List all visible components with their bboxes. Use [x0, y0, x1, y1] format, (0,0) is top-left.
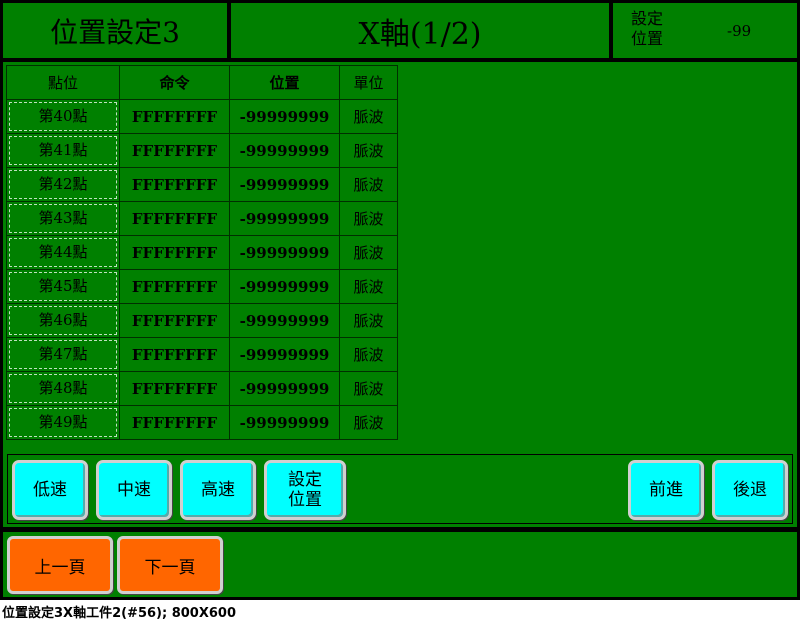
- point-cell: 第41點: [6, 133, 120, 168]
- page-title: 位置設定3: [50, 15, 180, 49]
- screen-caption: 位置設定3X軸工件2(#56); 800X600: [2, 606, 237, 621]
- table-row: 第46點 FFFFFFFF -99999999 脈波: [6, 303, 398, 338]
- table-row: 第44點 FFFFFFFF -99999999 脈波: [6, 235, 398, 270]
- point-button[interactable]: 第45點: [9, 272, 117, 301]
- button-bar: 低速 中速 高速 設定位置 前進 後退: [7, 454, 793, 524]
- position-cell[interactable]: -99999999: [229, 405, 340, 440]
- unit-cell: 脈波: [339, 167, 398, 202]
- command-cell[interactable]: FFFFFFFF: [119, 201, 230, 236]
- unit-cell: 脈波: [339, 235, 398, 270]
- point-button[interactable]: 第41點: [9, 136, 117, 165]
- position-table: 點位 命令 位置 單位 第40點 FFFFFFFF -99999999 脈波 第41點 F…: [6, 65, 398, 440]
- point-cell: 第42點: [6, 167, 120, 202]
- set-position-button[interactable]: 設定位置: [264, 460, 346, 520]
- main-panel: 點位 命令 位置 單位 第40點 FFFFFFFF -99999999 脈波 第41點 F…: [2, 61, 798, 528]
- table-header-row: 點位 命令 位置 單位: [6, 65, 398, 100]
- table-row: 第41點 FFFFFFFF -99999999 脈波: [6, 133, 398, 168]
- next-page-button[interactable]: 下一頁: [117, 536, 223, 594]
- position-cell[interactable]: -99999999: [229, 133, 340, 168]
- set-position-panel: 設定位置 -99: [612, 2, 798, 59]
- point-button[interactable]: 第47點: [9, 340, 117, 369]
- position-cell[interactable]: -99999999: [229, 167, 340, 202]
- position-cell[interactable]: -99999999: [229, 303, 340, 338]
- low-speed-button[interactable]: 低速: [12, 460, 88, 520]
- command-cell[interactable]: FFFFFFFF: [119, 167, 230, 202]
- column-header-position: 位置: [229, 65, 340, 100]
- position-cell[interactable]: -99999999: [229, 269, 340, 304]
- unit-cell: 脈波: [339, 269, 398, 304]
- command-cell[interactable]: FFFFFFFF: [119, 269, 230, 304]
- unit-cell: 脈波: [339, 371, 398, 406]
- footer-panel: 上一頁 下一頁: [2, 531, 798, 598]
- table-row: 第49點 FFFFFFFF -99999999 脈波: [6, 405, 398, 440]
- position-cell[interactable]: -99999999: [229, 371, 340, 406]
- position-cell[interactable]: -99999999: [229, 99, 340, 134]
- unit-cell: 脈波: [339, 337, 398, 372]
- command-cell[interactable]: FFFFFFFF: [119, 235, 230, 270]
- point-cell: 第43點: [6, 201, 120, 236]
- position-cell[interactable]: -99999999: [229, 235, 340, 270]
- table-row: 第48點 FFFFFFFF -99999999 脈波: [6, 371, 398, 406]
- point-button[interactable]: 第48點: [9, 374, 117, 403]
- point-cell: 第47點: [6, 337, 120, 372]
- command-cell[interactable]: FFFFFFFF: [119, 133, 230, 168]
- forward-button[interactable]: 前進: [628, 460, 704, 520]
- point-button[interactable]: 第42點: [9, 170, 117, 199]
- point-cell: 第46點: [6, 303, 120, 338]
- column-header-point: 點位: [6, 65, 120, 100]
- position-cell[interactable]: -99999999: [229, 337, 340, 372]
- point-cell: 第44點: [6, 235, 120, 270]
- unit-cell: 脈波: [339, 133, 398, 168]
- point-cell: 第40點: [6, 99, 120, 134]
- table-row: 第40點 FFFFFFFF -99999999 脈波: [6, 99, 398, 134]
- column-header-unit: 單位: [339, 65, 398, 100]
- point-button[interactable]: 第43點: [9, 204, 117, 233]
- unit-cell: 脈波: [339, 303, 398, 338]
- command-cell[interactable]: FFFFFFFF: [119, 405, 230, 440]
- point-cell: 第49點: [6, 405, 120, 440]
- mid-speed-button[interactable]: 中速: [96, 460, 172, 520]
- command-cell[interactable]: FFFFFFFF: [119, 371, 230, 406]
- point-cell: 第45點: [6, 269, 120, 304]
- set-position-value: -99: [727, 22, 752, 40]
- hmi-screen: 位置設定3 X軸(1/2) 設定位置 -99 點位 命令 位置 單位 第40點 F…: [0, 0, 800, 600]
- command-cell[interactable]: FFFFFFFF: [119, 99, 230, 134]
- unit-cell: 脈波: [339, 99, 398, 134]
- high-speed-button[interactable]: 高速: [180, 460, 256, 520]
- axis-title-panel: X軸(1/2): [230, 2, 610, 59]
- table-row: 第45點 FFFFFFFF -99999999 脈波: [6, 269, 398, 304]
- point-button[interactable]: 第46點: [9, 306, 117, 335]
- unit-cell: 脈波: [339, 201, 398, 236]
- command-cell[interactable]: FFFFFFFF: [119, 337, 230, 372]
- prev-page-button[interactable]: 上一頁: [7, 536, 113, 594]
- point-button[interactable]: 第49點: [9, 408, 117, 437]
- axis-title: X軸(1/2): [358, 16, 482, 52]
- point-button[interactable]: 第40點: [9, 102, 117, 131]
- unit-cell: 脈波: [339, 405, 398, 440]
- page-title-panel: 位置設定3: [2, 2, 228, 59]
- command-cell[interactable]: FFFFFFFF: [119, 303, 230, 338]
- point-button[interactable]: 第44點: [9, 238, 117, 267]
- set-position-label: 設定位置: [631, 9, 664, 48]
- point-cell: 第48點: [6, 371, 120, 406]
- table-row: 第43點 FFFFFFFF -99999999 脈波: [6, 201, 398, 236]
- column-header-command: 命令: [119, 65, 230, 100]
- position-cell[interactable]: -99999999: [229, 201, 340, 236]
- backward-button[interactable]: 後退: [712, 460, 788, 520]
- table-row: 第42點 FFFFFFFF -99999999 脈波: [6, 167, 398, 202]
- table-row: 第47點 FFFFFFFF -99999999 脈波: [6, 337, 398, 372]
